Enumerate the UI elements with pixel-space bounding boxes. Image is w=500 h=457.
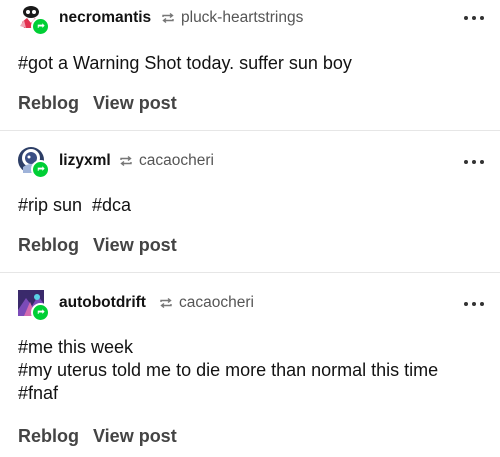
- post-autobotdrift: autobotdrift cacaocheri #me this week #m…: [0, 273, 500, 457]
- avatar[interactable]: [18, 147, 50, 179]
- reblog-badge-icon: [31, 303, 50, 322]
- post-tag-line[interactable]: #rip sun #dca: [18, 194, 488, 217]
- post-username[interactable]: autobotdrift: [59, 294, 146, 312]
- reblog-badge-icon: [31, 160, 50, 179]
- post-lizyxml: lizyxml cacaocheri #rip sun #dca Reblog V…: [0, 131, 500, 273]
- post-actions: Reblog View post: [18, 93, 177, 114]
- reblog-button[interactable]: Reblog: [18, 235, 79, 256]
- reblog-button[interactable]: Reblog: [18, 426, 79, 447]
- post-source-name[interactable]: pluck-heartstrings: [181, 9, 303, 27]
- post-header: necromantis pluck-heartstrings: [0, 0, 500, 40]
- view-post-button[interactable]: View post: [93, 93, 177, 114]
- post-tag-line[interactable]: #me this week: [18, 336, 488, 359]
- reblog-icon: [120, 155, 132, 167]
- avatar[interactable]: [18, 290, 50, 322]
- more-options-icon[interactable]: [464, 301, 484, 307]
- post-header: autobotdrift cacaocheri: [0, 273, 500, 322]
- post-body: #rip sun #dca: [18, 194, 488, 217]
- post-username[interactable]: lizyxml: [59, 152, 111, 170]
- post-necromantis: necromantis pluck-heartstrings #got a Wa…: [0, 0, 500, 130]
- post-tag-line[interactable]: #fnaf: [18, 382, 488, 405]
- post-source-name[interactable]: cacaocheri: [139, 152, 214, 170]
- post-body: #got a Warning Shot today. suffer sun bo…: [18, 52, 488, 75]
- view-post-button[interactable]: View post: [93, 426, 177, 447]
- post-source-name[interactable]: cacaocheri: [179, 294, 254, 312]
- post-tag-line[interactable]: #my uterus told me to die more than norm…: [18, 359, 488, 382]
- post-username[interactable]: necromantis: [59, 9, 151, 27]
- more-options-icon[interactable]: [464, 159, 484, 165]
- reblog-icon: [162, 12, 174, 24]
- avatar[interactable]: [18, 4, 50, 36]
- post-body: #me this week #my uterus told me to die …: [18, 336, 488, 405]
- reblog-icon: [160, 297, 172, 309]
- more-options-icon[interactable]: [464, 15, 484, 21]
- reblog-badge-icon: [31, 17, 50, 36]
- post-header: lizyxml cacaocheri: [0, 131, 500, 179]
- post-actions: Reblog View post: [18, 426, 177, 447]
- post-tag-line[interactable]: #got a Warning Shot today. suffer sun bo…: [18, 52, 488, 75]
- post-actions: Reblog View post: [18, 235, 177, 256]
- reblog-button[interactable]: Reblog: [18, 93, 79, 114]
- view-post-button[interactable]: View post: [93, 235, 177, 256]
